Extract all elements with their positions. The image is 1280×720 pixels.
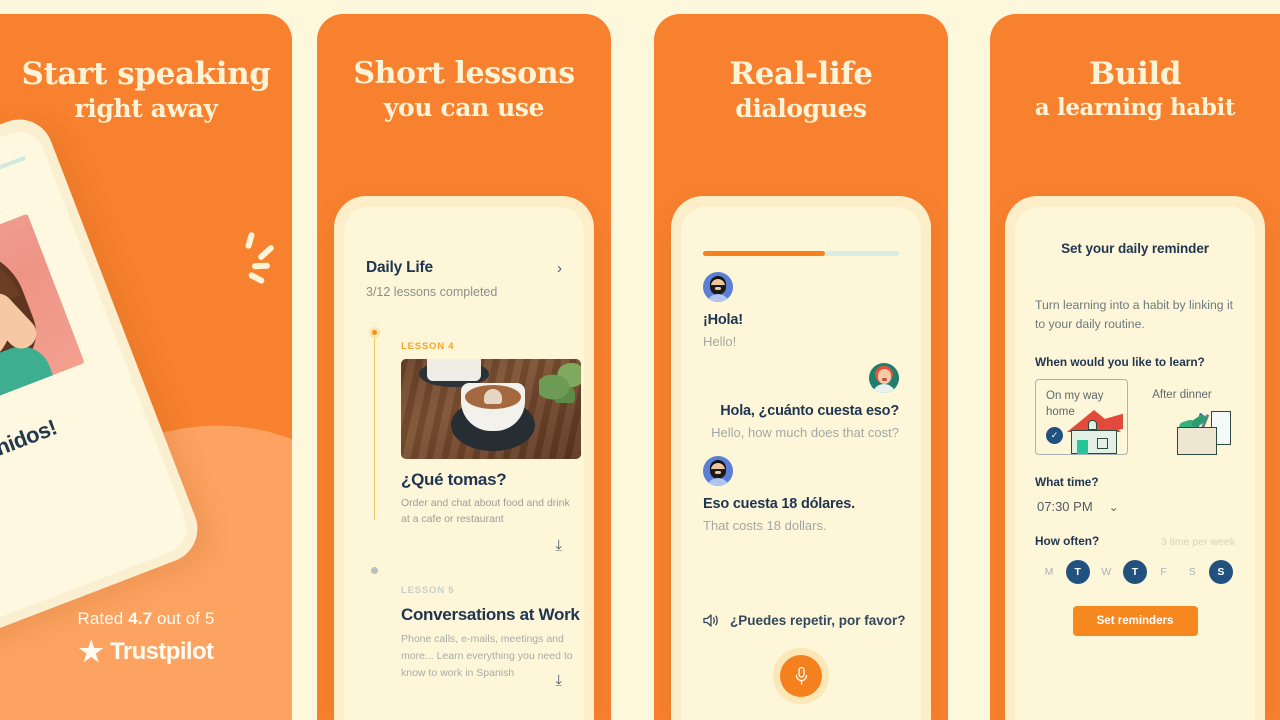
avatar-man-icon bbox=[703, 272, 733, 302]
screenshot-stage: Start speaking right away Listen, then s… bbox=[0, 0, 1280, 720]
when-options: On my way home ✓ After dinner bbox=[1035, 379, 1237, 456]
dialogue-message: Eso cuesta 18 dólares. That costs 18 dol… bbox=[703, 456, 899, 533]
microphone-button-halo bbox=[773, 648, 829, 704]
day-toggle-friday[interactable]: F bbox=[1152, 560, 1176, 584]
prompt-text: ¿Puedes repetir, por favor? bbox=[730, 613, 906, 628]
trustpilot-logo: ★ Trustpilot bbox=[0, 638, 292, 666]
time-value: 07:30 PM bbox=[1037, 499, 1093, 515]
headline-line2: dialogues bbox=[735, 93, 867, 123]
avatar-woman-icon bbox=[869, 363, 899, 393]
phone-mockup: ¡Hola! Hello! Hola, ¿cuánto cuesta eso? … bbox=[671, 196, 931, 720]
message-english: Hello, how much does that cost? bbox=[711, 425, 899, 440]
reminder-card-title: Set your daily reminder bbox=[1061, 241, 1209, 256]
dialogue-message: Hola, ¿cuánto cuesta eso? Hello, how muc… bbox=[703, 363, 899, 440]
message-spanish: Eso cuesta 18 dólares. bbox=[703, 496, 855, 512]
headline-line1: Real-life bbox=[729, 56, 873, 92]
question-when-label: When would you like to learn? bbox=[1035, 355, 1205, 370]
sparkle-icon bbox=[247, 271, 266, 285]
repeat-prompt[interactable]: ¿Puedes repetir, por favor? bbox=[703, 613, 906, 628]
lesson-description: Order and chat about food and drink at a… bbox=[401, 497, 570, 526]
microphone-button[interactable] bbox=[780, 655, 822, 697]
message-english: Hello! bbox=[703, 334, 737, 349]
day-toggle-sunday[interactable]: S bbox=[1208, 560, 1233, 585]
panel-short-lessons: Short lessons you can use Daily Life › 3… bbox=[317, 14, 611, 720]
trustpilot-wordmark: Trustpilot bbox=[110, 638, 214, 665]
course-title: Daily Life bbox=[366, 259, 433, 276]
phone-screen: ¡Hola! Hello! Hola, ¿cuánto cuesta eso? … bbox=[681, 207, 921, 720]
chevron-down-icon[interactable]: ⌄ bbox=[1109, 500, 1119, 514]
option-label: After dinner bbox=[1152, 389, 1212, 402]
rating-text: Rated 4.7 out of 5 bbox=[0, 609, 292, 629]
question-often-label: How often? bbox=[1035, 534, 1100, 549]
rating-suffix: out of 5 bbox=[156, 609, 215, 628]
page-title: Real-life dialogues bbox=[654, 58, 948, 122]
course-header[interactable]: Daily Life › bbox=[366, 259, 562, 277]
lesson-title[interactable]: ¿Qué tomas? bbox=[401, 470, 507, 490]
frequency-note: 3 time per week bbox=[1160, 536, 1235, 549]
page-title: Build a learning habit bbox=[990, 58, 1280, 120]
frequency-header: How often? 3 time per week bbox=[1035, 534, 1235, 548]
chevron-right-icon[interactable]: › bbox=[557, 261, 562, 276]
option-after-dinner[interactable]: After dinner bbox=[1142, 379, 1237, 456]
page-title: Start speaking right away bbox=[0, 58, 292, 122]
lesson-title[interactable]: Conversations at Work bbox=[401, 605, 580, 625]
trustpilot-rating: Rated 4.7 out of 5 ★ Trustpilot bbox=[0, 609, 292, 666]
avatar-man-icon bbox=[703, 456, 733, 486]
day-selector: M T W T F S S bbox=[1035, 560, 1235, 585]
question-time-label: What time? bbox=[1035, 475, 1099, 490]
headline-line2: you can use bbox=[383, 92, 545, 122]
phone-screen: Daily Life › 3/12 lessons completed LESS… bbox=[344, 207, 584, 720]
rating-prefix: Rated bbox=[77, 609, 124, 628]
headline-line1: Start speaking bbox=[21, 56, 271, 92]
phone-mockup: Set your daily reminder Turn learning in… bbox=[1005, 196, 1265, 720]
lesson-timeline bbox=[374, 335, 375, 520]
course-progress-text: 3/12 lessons completed bbox=[366, 285, 498, 299]
microphone-icon bbox=[795, 666, 807, 685]
lesson-tag: LESSON 4 bbox=[401, 341, 455, 352]
sparkle-icon bbox=[256, 243, 276, 262]
option-on-my-way-home[interactable]: On my way home ✓ bbox=[1035, 379, 1129, 456]
dialogue-message: ¡Hola! Hello! bbox=[703, 272, 899, 349]
headline-line2: a learning habit bbox=[1034, 93, 1236, 121]
sparkle-icon bbox=[244, 231, 256, 250]
sparkle-icon bbox=[251, 262, 271, 270]
panel-build-habit: Build a learning habit Set your daily re… bbox=[990, 14, 1280, 720]
headline-line1: Short lessons bbox=[353, 56, 575, 91]
message-spanish: Hola, ¿cuánto cuesta eso? bbox=[720, 403, 899, 419]
headline-line2: right away bbox=[74, 93, 218, 123]
speaker-icon[interactable] bbox=[703, 613, 720, 628]
download-icon[interactable]: ⤓ bbox=[555, 672, 562, 689]
day-toggle-wednesday[interactable]: W bbox=[1094, 560, 1118, 584]
day-toggle-tuesday[interactable]: T bbox=[1065, 560, 1090, 585]
grocery-bag-icon bbox=[1171, 405, 1237, 456]
panel-start-speaking: Start speaking right away Listen, then s… bbox=[0, 14, 292, 720]
day-toggle-monday[interactable]: M bbox=[1037, 560, 1061, 584]
time-select[interactable]: 07:30 PM ⌄ bbox=[1035, 499, 1235, 514]
lesson-thumbnail[interactable] bbox=[401, 359, 581, 459]
message-spanish: ¡Hola! bbox=[703, 312, 743, 328]
headline-line1: Build bbox=[1089, 56, 1181, 92]
lesson-description: Phone calls, e-mails, meetings and more.… bbox=[401, 633, 573, 679]
day-toggle-thursday[interactable]: T bbox=[1122, 560, 1147, 585]
timeline-dot-idle bbox=[371, 567, 378, 574]
set-reminders-button[interactable]: Set reminders bbox=[1072, 606, 1198, 637]
panel-real-life-dialogues: Real-life dialogues ¡Hola! Hello! Hola, … bbox=[654, 14, 948, 720]
timeline-dot-active bbox=[369, 327, 380, 338]
house-icon bbox=[1063, 404, 1129, 455]
phone-screen: Set your daily reminder Turn learning in… bbox=[1015, 207, 1255, 720]
phone-screen: Listen, then say it out loud: Welcome! ¡… bbox=[0, 124, 195, 632]
download-icon[interactable]: ⤓ bbox=[555, 537, 562, 554]
lesson-tag: LESSON 5 bbox=[401, 585, 455, 596]
day-toggle-saturday[interactable]: S bbox=[1180, 560, 1204, 584]
page-title: Short lessons you can use bbox=[317, 58, 611, 121]
star-icon: ★ bbox=[78, 636, 104, 667]
rating-score: 4.7 bbox=[128, 609, 153, 628]
message-english: That costs 18 dollars. bbox=[703, 518, 827, 533]
dialogue-progress-bar bbox=[703, 251, 899, 256]
check-icon: ✓ bbox=[1046, 427, 1063, 445]
reminder-intro-text: Turn learning into a habit by linking it… bbox=[1035, 298, 1234, 331]
phone-mockup: Daily Life › 3/12 lessons completed LESS… bbox=[334, 196, 594, 720]
